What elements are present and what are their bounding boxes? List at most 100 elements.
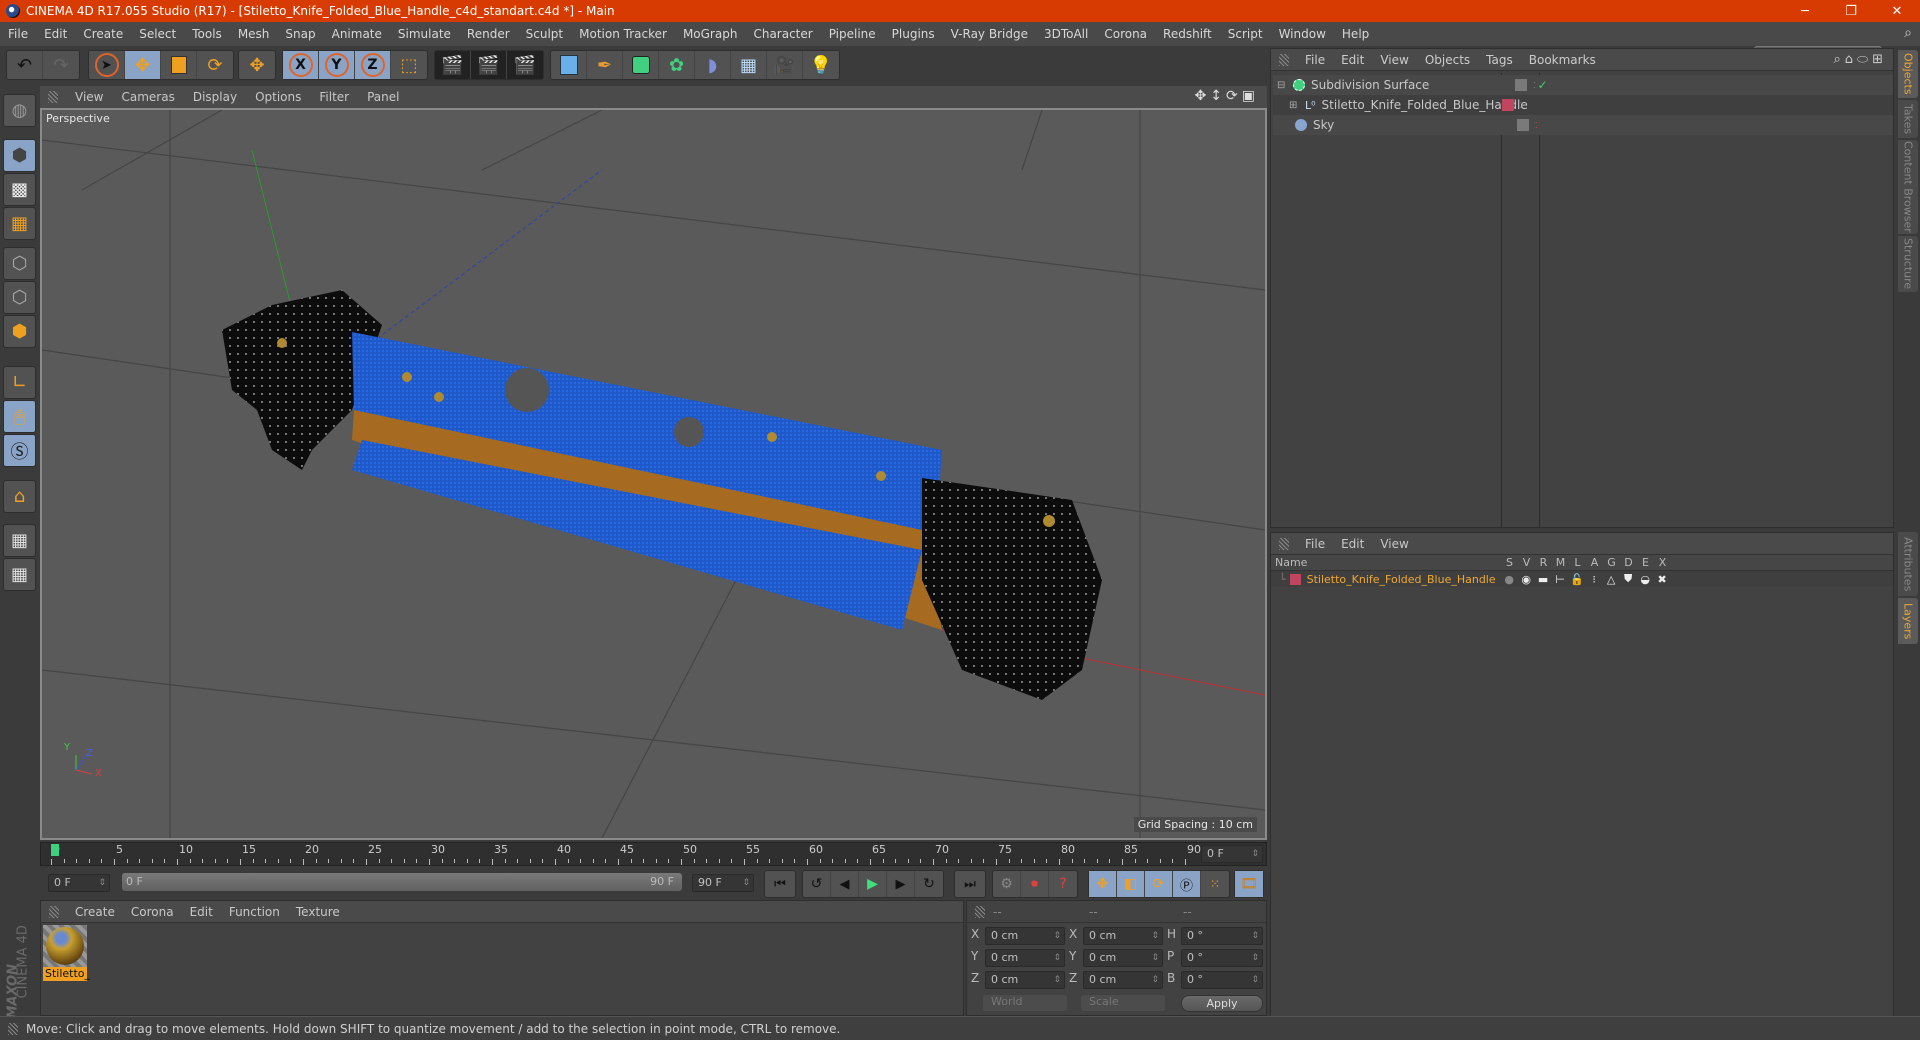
camera-icon[interactable]: 🎥 [767, 51, 803, 79]
layer-menu-edit[interactable]: Edit [1333, 537, 1372, 551]
array-icon[interactable]: ✿ [659, 51, 695, 79]
visibility-dots-icon[interactable]: ⁚ [1520, 101, 1523, 110]
axis-mode-icon[interactable]: ∟ [3, 366, 36, 399]
new-window-icon[interactable]: ⊞ [1872, 52, 1887, 67]
menu-animate[interactable]: Animate [324, 27, 390, 41]
collapse-icon[interactable]: ⊟ [1277, 80, 1289, 91]
render-view-icon[interactable]: 🎬 [435, 51, 471, 79]
coord-mode-dropdown[interactable]: World [983, 995, 1067, 1011]
viewport-menu-view[interactable]: View [66, 90, 112, 104]
record-icon[interactable]: ⏺ [1021, 871, 1049, 897]
size-field[interactable]: 0 cm [1083, 971, 1163, 989]
mat-menu-texture[interactable]: Texture [288, 905, 348, 919]
size-field[interactable]: 0 cm [1083, 927, 1163, 945]
current-frame-field[interactable]: 0 F [1201, 845, 1263, 863]
tweak-mode-icon[interactable]: 🖱 [3, 400, 36, 433]
frame-range-slider[interactable]: 0 F 90 F [122, 873, 682, 891]
menu-sculpt[interactable]: Sculpt [518, 27, 571, 41]
column-manager[interactable]: M [1552, 556, 1569, 569]
rotation-field[interactable]: 0 ° [1181, 949, 1263, 967]
display-tag-icon[interactable] [1515, 79, 1527, 91]
object-row[interactable]: ⊟ Subdivision Surface ⁚ ✓ [1273, 75, 1893, 95]
rotate-view-icon[interactable]: ⟳ [1226, 88, 1242, 104]
pan-view-icon[interactable]: ✥ [1195, 88, 1211, 104]
key-rotation-icon[interactable]: ⟳ [1145, 871, 1173, 897]
column-locked[interactable]: L [1569, 556, 1586, 569]
menu-corona[interactable]: Corona [1096, 27, 1155, 41]
layer-menu-view[interactable]: View [1372, 537, 1416, 551]
tab-takes[interactable]: Takes [1898, 100, 1918, 138]
render-toggle-icon[interactable]: ▬ [1535, 573, 1552, 586]
undo-icon[interactable]: ↶ [7, 51, 43, 79]
object-name[interactable]: Stiletto_Knife_Folded_Blue_Handle [1322, 98, 1528, 112]
tab-objects[interactable]: Objects [1898, 50, 1918, 98]
tab-content-browser[interactable]: Content Browser [1898, 140, 1918, 234]
xref-toggle-icon[interactable]: ✖ [1654, 573, 1671, 586]
next-key-icon[interactable]: ↻ [915, 871, 943, 897]
redo-icon[interactable]: ↷ [43, 51, 79, 79]
visible-toggle-icon[interactable]: ◉ [1518, 573, 1535, 586]
solo-toggle-icon[interactable]: ● [1501, 573, 1518, 586]
apply-button[interactable]: Apply [1181, 995, 1263, 1012]
lock-toggle-icon[interactable]: 🔓 [1569, 573, 1586, 586]
deformer-icon[interactable]: ◗ [695, 51, 731, 79]
object-row[interactable]: Sky ⁚ [1273, 115, 1893, 135]
model-mode-icon[interactable]: ⬢ [3, 139, 36, 172]
menu-tools[interactable]: Tools [184, 27, 230, 41]
layer-color-tag[interactable] [1501, 99, 1514, 111]
menu-create[interactable]: Create [75, 27, 131, 41]
viewport-menu-display[interactable]: Display [184, 90, 246, 104]
position-field[interactable]: 0 cm [985, 927, 1065, 945]
start-frame-field[interactable]: 0 F [48, 874, 110, 892]
search-icon[interactable]: ⌕ [1904, 25, 1912, 41]
mat-menu-function[interactable]: Function [221, 905, 288, 919]
pen-icon[interactable]: ✒ [587, 51, 623, 79]
visibility-dots-icon[interactable]: ⁚ [1535, 121, 1538, 130]
viewport-menu-cameras[interactable]: Cameras [112, 90, 183, 104]
add-move-icon[interactable]: ✥ [239, 51, 275, 79]
prev-frame-icon[interactable]: ◀ [831, 871, 859, 897]
keyframe-selection-icon[interactable]: ⚙ [993, 871, 1021, 897]
magnet-icon[interactable]: ⌂ [3, 480, 36, 513]
position-field[interactable]: 0 cm [985, 971, 1065, 989]
end-frame-field[interactable]: 90 F [692, 874, 754, 892]
coord-transform-dropdown[interactable]: Scale [1081, 995, 1165, 1011]
obj-menu-bookmarks[interactable]: Bookmarks [1521, 53, 1604, 67]
column-render[interactable]: R [1535, 556, 1552, 569]
key-position-icon[interactable]: ✥ [1089, 871, 1117, 897]
enabled-check-icon[interactable]: ✓ [1538, 78, 1548, 92]
generators-toggle-icon[interactable]: △ [1603, 573, 1620, 586]
x-axis-icon[interactable]: X [283, 51, 319, 79]
column-deformers[interactable]: D [1620, 556, 1637, 569]
workplane-icon[interactable]: ▦ [3, 207, 36, 240]
object-name[interactable]: Subdivision Surface [1311, 78, 1509, 92]
obj-menu-view[interactable]: View [1372, 53, 1416, 67]
obj-menu-objects[interactable]: Objects [1417, 53, 1478, 67]
timeline-ruler[interactable]: 051015202530354045505560657075808590 0 F [40, 842, 1267, 866]
select-icon[interactable]: ➤ [89, 51, 125, 79]
menu-snap[interactable]: Snap [277, 27, 323, 41]
material-swatch[interactable]: Stiletto_ [43, 925, 90, 983]
size-field[interactable]: 0 cm [1083, 949, 1163, 967]
dolly-view-icon[interactable]: ↕ [1210, 88, 1226, 104]
deformers-toggle-icon[interactable]: ⛊ [1620, 572, 1637, 586]
obj-menu-tags[interactable]: Tags [1478, 53, 1521, 67]
obj-menu-edit[interactable]: Edit [1333, 53, 1372, 67]
filter-icon[interactable]: ⬭ [1857, 52, 1872, 67]
restore-button[interactable]: ❐ [1828, 0, 1874, 22]
tab-attributes[interactable]: Attributes [1898, 532, 1918, 596]
scale-icon[interactable] [161, 51, 197, 79]
column-generators[interactable]: G [1603, 556, 1620, 569]
menu-vray-bridge[interactable]: V-Ray Bridge [943, 27, 1036, 41]
object-row[interactable]: ⊞ L⁰ Stiletto_Knife_Folded_Blue_Handle ⁚ [1273, 95, 1893, 115]
goto-start-icon[interactable]: ⏮ [765, 871, 795, 897]
material-name[interactable]: Stiletto_ [43, 967, 90, 981]
snap-icon[interactable]: Ⓢ [3, 434, 36, 467]
visibility-dots-icon[interactable]: ⁚ [1533, 81, 1536, 90]
menu-render[interactable]: Render [459, 27, 518, 41]
lock-workplane-icon[interactable]: ▦ [3, 524, 36, 557]
render-picture-viewer-icon[interactable]: 🎬 [471, 51, 507, 79]
menu-select[interactable]: Select [131, 27, 184, 41]
column-name[interactable]: Name [1271, 556, 1501, 569]
subdivision-icon[interactable] [623, 51, 659, 79]
